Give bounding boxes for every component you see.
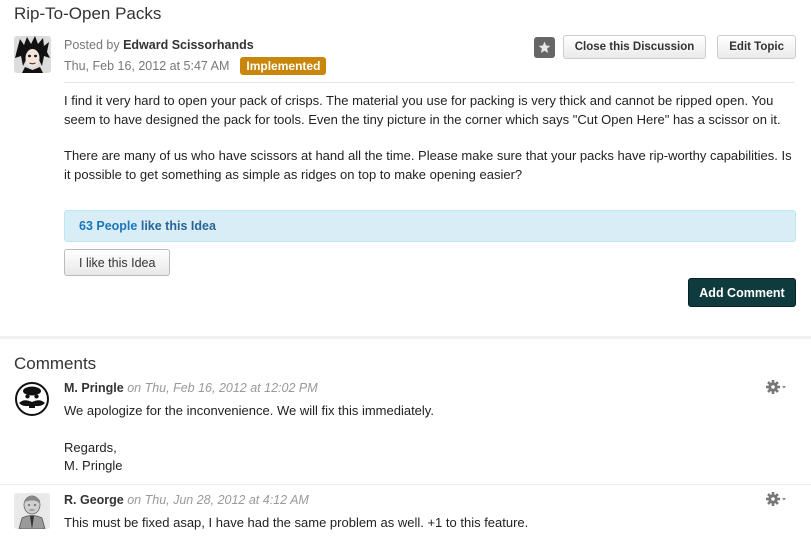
section-separator bbox=[0, 336, 811, 339]
avatar-image bbox=[14, 493, 50, 529]
post-date-row: Thu, Feb 16, 2012 at 5:47 AM Implemented bbox=[64, 57, 327, 75]
gear-icon bbox=[766, 380, 786, 394]
post-meta: Posted by Edward Scissorhands Thu, Feb 1… bbox=[64, 38, 327, 75]
likes-suffix: like this Idea bbox=[140, 219, 216, 233]
comment-line: Regards, bbox=[64, 439, 117, 455]
comment-divider bbox=[0, 484, 811, 485]
comment-author[interactable]: M. Pringle bbox=[64, 381, 124, 395]
comment-header: M. Pringle on Thu, Feb 16, 2012 at 12:02… bbox=[64, 381, 318, 395]
add-comment-button[interactable]: Add Comment bbox=[688, 278, 796, 307]
comment-line: This must be fixed asap, I have had the … bbox=[64, 515, 529, 530]
comment-header: R. George on Thu, Jun 28, 2012 at 4:12 A… bbox=[64, 493, 309, 507]
comment-date: on Thu, Jun 28, 2012 at 4:12 AM bbox=[127, 493, 309, 507]
post-body: I find it very hard to open your pack of… bbox=[64, 92, 798, 202]
post-date: Thu, Feb 16, 2012 at 5:47 AM bbox=[64, 59, 230, 73]
comment-options-button[interactable] bbox=[766, 492, 788, 506]
like-button[interactable]: I like this Idea bbox=[64, 249, 171, 276]
header-divider bbox=[64, 82, 794, 83]
avatar[interactable] bbox=[14, 493, 50, 529]
edit-topic-button[interactable]: Edit Topic bbox=[717, 35, 796, 59]
comment-body: We apologize for the inconvenience. We w… bbox=[64, 402, 784, 476]
likes-count[interactable]: 63 People bbox=[79, 219, 137, 233]
comment-paragraph: We apologize for the inconvenience. We w… bbox=[64, 403, 434, 418]
avatar-image bbox=[14, 381, 50, 417]
post-paragraph: There are many of us who have scissors a… bbox=[64, 148, 792, 182]
comment-body: This must be fixed asap, I have had the … bbox=[64, 514, 784, 533]
gear-icon bbox=[766, 492, 786, 506]
likes-bar: 63 People like this Idea bbox=[64, 210, 796, 242]
topic-actions: Close this Discussion Edit Topic bbox=[533, 35, 796, 59]
post-paragraph: I find it very hard to open your pack of… bbox=[64, 93, 781, 127]
star-icon bbox=[538, 41, 551, 53]
post-header: Posted by Edward Scissorhands Thu, Feb 1… bbox=[14, 35, 796, 82]
avatar[interactable] bbox=[14, 381, 50, 417]
comment-options-button[interactable] bbox=[766, 380, 788, 394]
avatar[interactable] bbox=[14, 36, 51, 73]
posted-by: Posted by Edward Scissorhands bbox=[64, 38, 326, 52]
comment-date: on Thu, Feb 16, 2012 at 12:02 PM bbox=[127, 381, 318, 395]
comment-line: M. Pringle bbox=[64, 458, 123, 473]
star-button[interactable] bbox=[533, 36, 555, 58]
author-name[interactable]: Edward Scissorhands bbox=[123, 38, 254, 52]
close-discussion-button[interactable]: Close this Discussion bbox=[562, 35, 707, 59]
avatar-image bbox=[14, 36, 51, 73]
comments-heading: Comments bbox=[14, 354, 97, 373]
status-badge: Implemented bbox=[240, 57, 327, 75]
comment-author[interactable]: R. George bbox=[64, 493, 124, 507]
posted-by-prefix: Posted by bbox=[64, 38, 120, 52]
page-title: Rip-To-Open Packs bbox=[14, 4, 162, 23]
